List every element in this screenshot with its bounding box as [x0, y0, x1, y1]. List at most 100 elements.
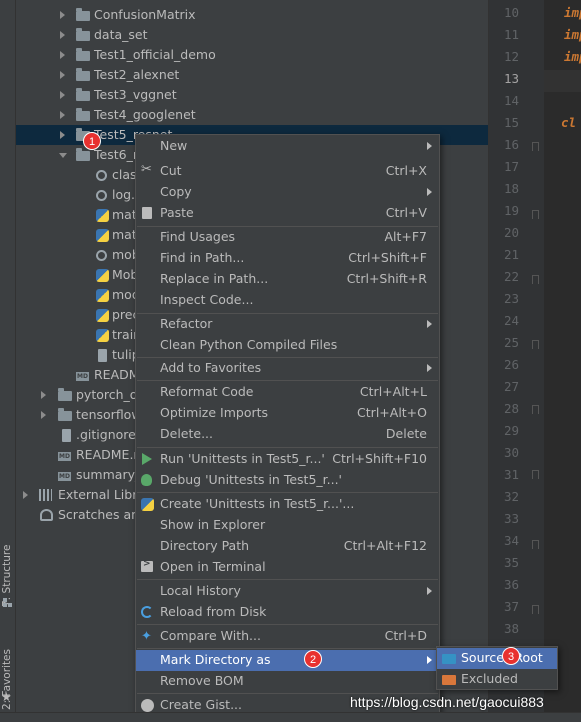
tree-item[interactable]: Test4_googlenet — [16, 105, 488, 125]
expand-arrow-icon[interactable] — [60, 51, 65, 59]
menu-item-run[interactable]: Run 'Unittests in Test5_r...' Ctrl+Shift… — [136, 449, 439, 470]
menu-item-local-history[interactable]: Local History — [136, 581, 439, 602]
tree-item-label: mat — [112, 207, 137, 222]
menu-item-inspect-code[interactable]: Inspect Code... — [136, 290, 439, 311]
fold-marker-icon[interactable] — [532, 605, 539, 614]
python-file-icon — [96, 209, 109, 222]
menu-item-optimize-imports[interactable]: Optimize Imports Ctrl+Alt+O — [136, 403, 439, 424]
menu-item-excluded[interactable]: Excluded — [437, 669, 557, 690]
submenu-arrow-icon — [427, 656, 432, 664]
menu-item-label: Debug 'Unittests in Test5_r...' — [160, 472, 342, 487]
terminal-icon — [141, 559, 153, 572]
menu-item-label: Clean Python Compiled Files — [160, 337, 338, 352]
menu-item-new[interactable]: New — [136, 136, 439, 157]
tree-item-label: .gitignore — [76, 427, 136, 442]
code-editor[interactable]: 10 11 12 13 14 15 16 17 18 19 20 21 22 23 24 25 26 27 28 29… — [488, 0, 581, 722]
image-file-icon — [98, 349, 107, 362]
tree-item-label: External Libra — [58, 487, 146, 502]
menu-item-reload-from-disk[interactable]: Reload from Disk — [136, 602, 439, 623]
menu-item-shortcut: Ctrl+Shift+R — [346, 271, 427, 286]
menu-item-open-in-terminal[interactable]: Open in Terminal — [136, 557, 439, 578]
star-icon: ★ — [1, 690, 12, 704]
tree-item[interactable]: Test2_alexnet — [16, 65, 488, 85]
fold-marker-icon[interactable] — [532, 142, 539, 151]
menu-item-debug[interactable]: Debug 'Unittests in Test5_r...' — [136, 470, 439, 491]
menu-item-reformat-code[interactable]: Reformat Code Ctrl+Alt+L — [136, 382, 439, 403]
menu-item-compare-with[interactable]: ✦ Compare With... Ctrl+D — [136, 626, 439, 647]
expand-arrow-icon[interactable] — [60, 111, 65, 119]
github-icon — [141, 699, 154, 712]
python-file-icon — [96, 309, 109, 322]
collapse-arrow-icon[interactable] — [59, 153, 67, 158]
menu-item-label: Find Usages — [160, 229, 236, 244]
tree-item-label: Test2_alexnet — [94, 67, 180, 82]
menu-item-create-unittests[interactable]: Create 'Unittests in Test5_r...'... — [136, 494, 439, 515]
line-number: 14 — [503, 93, 519, 108]
tree-item[interactable]: Test3_vggnet — [16, 85, 488, 105]
menu-item-directory-path[interactable]: Directory Path Ctrl+Alt+F12 — [136, 536, 439, 557]
expand-arrow-icon[interactable] — [60, 131, 65, 139]
tree-item-label: Test3_vggnet — [94, 87, 177, 102]
debug-icon — [141, 474, 152, 486]
line-number: 32 — [503, 489, 519, 504]
git-file-icon — [62, 429, 71, 442]
menu-item-cut[interactable]: ✂ Cut Ctrl+X — [136, 161, 439, 182]
line-number: 23 — [503, 291, 519, 306]
menu-item-clean-python[interactable]: Clean Python Compiled Files — [136, 335, 439, 356]
run-icon — [142, 453, 152, 465]
menu-item-refactor[interactable]: Refactor — [136, 314, 439, 335]
menu-item-shortcut: Alt+F7 — [384, 229, 427, 244]
expand-arrow-icon[interactable] — [41, 391, 46, 399]
menu-item-find-in-path[interactable]: Find in Path... Ctrl+Shift+F — [136, 248, 439, 269]
status-bar — [0, 712, 581, 722]
fold-marker-icon[interactable] — [532, 470, 539, 479]
menu-item-shortcut: Ctrl+Shift+F — [348, 250, 427, 265]
menu-item-copy[interactable]: Copy — [136, 182, 439, 203]
line-number: 13 — [503, 71, 519, 86]
fold-marker-icon[interactable] — [532, 405, 539, 414]
expand-arrow-icon[interactable] — [23, 491, 28, 499]
expand-arrow-icon[interactable] — [60, 71, 65, 79]
tree-item-label: clas — [112, 167, 137, 182]
tree-item[interactable]: ConfusionMatrix — [16, 5, 488, 25]
menu-item-mark-directory-as[interactable]: Mark Directory as — [136, 650, 439, 671]
tree-item[interactable]: data_set — [16, 25, 488, 45]
menu-item-label: New — [160, 138, 188, 153]
expand-arrow-icon[interactable] — [41, 411, 46, 419]
markdown-file-icon: MD — [58, 452, 71, 461]
tree-item[interactable]: Test1_official_demo — [16, 45, 488, 65]
line-number: 15 — [503, 115, 519, 130]
menu-item-replace-in-path[interactable]: Replace in Path... Ctrl+Shift+R — [136, 269, 439, 290]
line-number: 21 — [503, 247, 519, 262]
fold-marker-icon[interactable] — [532, 340, 539, 349]
code-keyword: cl — [561, 115, 577, 130]
folder-icon — [76, 108, 90, 121]
menu-item-remove-bom[interactable]: Remove BOM — [136, 671, 439, 692]
menu-item-label: Local History — [160, 583, 241, 598]
menu-item-delete[interactable]: Delete... Delete — [136, 424, 439, 445]
folder-icon — [76, 68, 90, 81]
config-file-icon — [96, 190, 107, 201]
line-number: 29 — [503, 423, 519, 438]
menu-item-shortcut: Ctrl+D — [384, 628, 427, 643]
menu-separator — [137, 492, 438, 493]
fold-marker-icon[interactable] — [532, 275, 539, 284]
line-number: 34 — [503, 533, 519, 548]
menu-item-label: Mark Directory as — [160, 652, 271, 667]
fold-marker-icon[interactable] — [532, 210, 539, 219]
structure-icon — [3, 598, 12, 607]
menu-item-paste[interactable]: Paste Ctrl+V — [136, 203, 439, 224]
menu-item-add-to-favorites[interactable]: Add to Favorites — [136, 358, 439, 379]
menu-item-find-usages[interactable]: Find Usages Alt+F7 — [136, 227, 439, 248]
tree-item-label: Scratches and — [58, 507, 147, 522]
line-number: 31 — [503, 467, 519, 482]
menu-item-sources-root[interactable]: Sources Root — [437, 648, 557, 669]
structure-tab[interactable]: 7: Structure — [1, 527, 15, 607]
fold-marker-icon[interactable] — [532, 540, 539, 549]
python-create-icon — [141, 498, 154, 511]
menu-item-label: Show in Explorer — [160, 517, 266, 532]
expand-arrow-icon[interactable] — [60, 31, 65, 39]
expand-arrow-icon[interactable] — [60, 11, 65, 19]
menu-item-show-in-explorer[interactable]: Show in Explorer — [136, 515, 439, 536]
expand-arrow-icon[interactable] — [60, 91, 65, 99]
